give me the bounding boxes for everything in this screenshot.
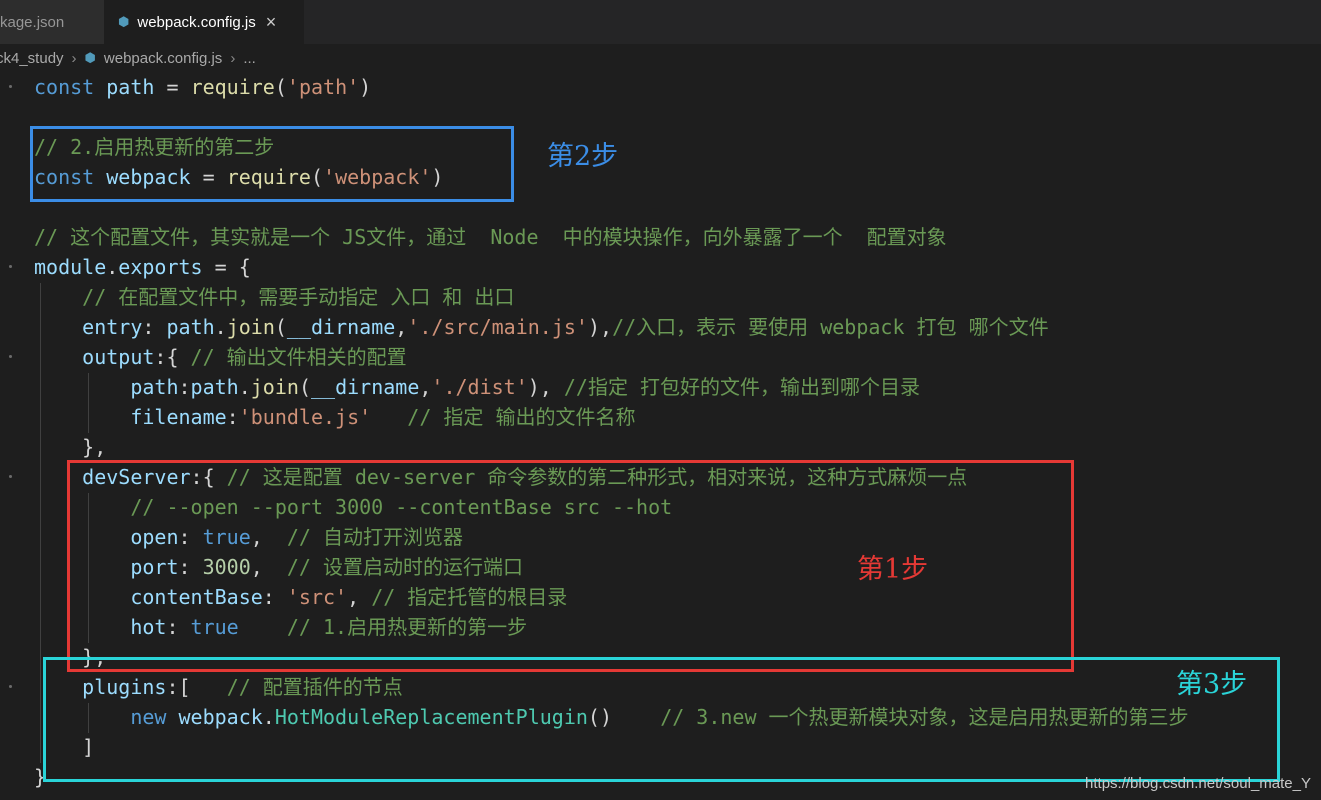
code-line: entry: path.join(__dirname,'./src/main.j… (82, 315, 1049, 339)
webpack-cube-icon: ⬢ (84, 50, 96, 65)
gutter-marker (9, 265, 12, 268)
code-line: // 在配置文件中，需要手动指定 入口 和 出口 (82, 285, 515, 309)
watermark: https://blog.csdn.net/soul_mate_Y (1085, 775, 1311, 792)
step3-highlight-box (43, 657, 1280, 782)
breadcrumb-folder[interactable]: ck4_study (0, 50, 64, 67)
step3-label: 第3步 (1176, 669, 1248, 700)
breadcrumb-symbol[interactable]: ... (243, 50, 256, 67)
code-line: module.exports = { (34, 255, 251, 279)
gutter-marker (9, 475, 12, 478)
webpack-cube-icon: ⬢ (118, 14, 130, 29)
code-line: path:path.join(__dirname,'./dist'), //指定… (130, 375, 920, 399)
code-line: // 这个配置文件，其实就是一个 JS文件，通过 Node 中的模块操作，向外暴… (34, 225, 947, 249)
tab-webpack-config[interactable]: ⬢ webpack.config.js × (104, 0, 304, 44)
gutter-marker (9, 685, 12, 688)
code-line: output:{ // 输出文件相关的配置 (82, 345, 407, 369)
code-line: }, (82, 435, 107, 459)
breadcrumb: ck4_study › ⬢ webpack.config.js › ... (0, 44, 1321, 72)
editor-tab-bar: kage.json ⬢ webpack.config.js × (0, 0, 1321, 44)
close-icon[interactable]: × (266, 13, 277, 31)
code-line: filename:'bundle.js' // 指定 输出的文件名称 (130, 405, 636, 429)
tab-label: kage.json (0, 13, 65, 31)
step2-highlight-box (30, 126, 514, 202)
gutter-marker (9, 85, 12, 88)
step1-label: 第1步 (857, 554, 929, 585)
chevron-right-icon: › (230, 49, 236, 67)
tab-package-json[interactable]: kage.json (0, 0, 104, 44)
breadcrumb-file[interactable]: webpack.config.js (104, 50, 222, 67)
tab-label: webpack.config.js (137, 13, 256, 31)
chevron-right-icon: › (71, 49, 77, 67)
code-line: const path = require('path') (34, 75, 372, 99)
gutter-marker (9, 355, 12, 358)
step2-label: 第2步 (547, 141, 619, 172)
